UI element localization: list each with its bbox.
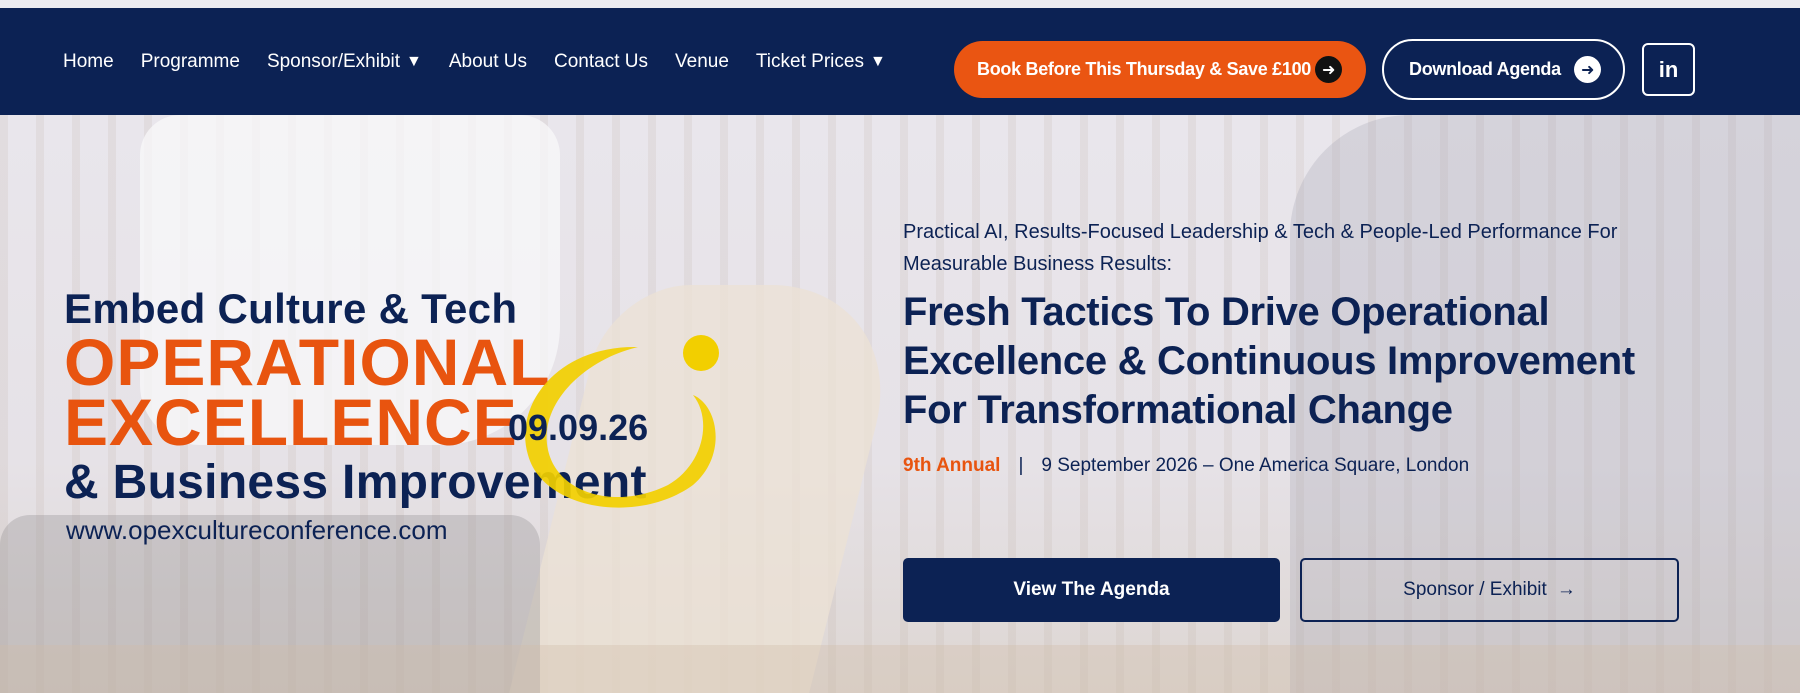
hero-kicker: Practical AI, Results-Focused Leadership… bbox=[903, 221, 1618, 275]
nav-item-label: Sponsor/Exhibit bbox=[266, 50, 401, 72]
annual-badge: 9th Annual bbox=[903, 455, 1001, 476]
nav-item-home[interactable]: Home bbox=[63, 51, 114, 73]
download-agenda-button[interactable]: Download Agenda ➜ bbox=[1382, 39, 1625, 100]
linkedin-icon[interactable]: in bbox=[1642, 43, 1695, 96]
nav-item-contact-us[interactable]: Contact Us bbox=[554, 51, 648, 73]
nav-item-about-us[interactable]: About Us bbox=[449, 51, 527, 73]
arrow-right-icon: ➜ bbox=[1574, 56, 1601, 83]
nav-item-programme[interactable]: Programme bbox=[141, 51, 240, 73]
nav-menu: Home Programme Sponsor/Exhibit ▼ About Us Con… bbox=[63, 8, 913, 115]
book-now-label: Book Before This Thursday & Save £100 bbox=[977, 59, 1312, 79]
nav-item-venue[interactable]: Venue bbox=[675, 51, 729, 73]
download-agenda-label: Download Agenda bbox=[1409, 59, 1561, 79]
sponsor-exhibit-label: Sponsor / Exhibit bbox=[1403, 579, 1547, 600]
nav-item-label: Home bbox=[63, 50, 114, 72]
hero-headline: Fresh Tactics To Drive Operational Excel… bbox=[903, 290, 1635, 432]
meta-separator: | bbox=[1018, 455, 1024, 476]
caret-down-icon: ▼ bbox=[869, 52, 886, 70]
hero-copy: Practical AI, Results-Focused Leadership… bbox=[903, 216, 1703, 477]
arrow-right-icon: ➜ bbox=[1315, 56, 1342, 83]
sponsor-exhibit-button[interactable]: Sponsor / Exhibit → bbox=[1300, 558, 1679, 622]
linkedin-label: in bbox=[1658, 56, 1679, 82]
conference-logo: Embed Culture & Tech OPERATIONAL EXCELLE… bbox=[64, 285, 719, 555]
background-photo-floor bbox=[0, 645, 1800, 693]
main-navbar: Home Programme Sponsor/Exhibit ▼ About Us Con… bbox=[0, 8, 1800, 115]
event-details: 9 September 2026 – One America Square, L… bbox=[1041, 455, 1470, 476]
logo-url: www.opexcultureconference.com bbox=[66, 515, 448, 545]
event-meta: 9th Annual | 9 September 2026 – One Amer… bbox=[903, 455, 1703, 477]
book-now-button[interactable]: Book Before This Thursday & Save £100 ➜ bbox=[954, 41, 1366, 98]
nav-item-label: About Us bbox=[448, 50, 528, 72]
top-strip bbox=[0, 0, 1800, 8]
logo-line-3: EXCELLENCE bbox=[64, 385, 518, 459]
nav-item-label: Programme bbox=[140, 50, 240, 72]
nav-item-label: Contact Us bbox=[554, 50, 648, 72]
hero-buttons: View The Agenda Sponsor / Exhibit → bbox=[903, 558, 1679, 622]
nav-item-sponsor-exhibit[interactable]: Sponsor/Exhibit ▼ bbox=[267, 51, 422, 73]
nav-item-ticket-prices[interactable]: Ticket Prices ▼ bbox=[756, 51, 886, 73]
nav-item-label: Ticket Prices bbox=[755, 50, 864, 72]
view-agenda-label: View The Agenda bbox=[1013, 579, 1170, 600]
nav-item-label: Venue bbox=[675, 50, 729, 72]
arrow-right-icon: → bbox=[1556, 579, 1576, 600]
logo-date: 09.09.26 bbox=[508, 407, 649, 448]
caret-down-icon: ▼ bbox=[406, 52, 422, 70]
view-agenda-button[interactable]: View The Agenda bbox=[903, 558, 1280, 622]
